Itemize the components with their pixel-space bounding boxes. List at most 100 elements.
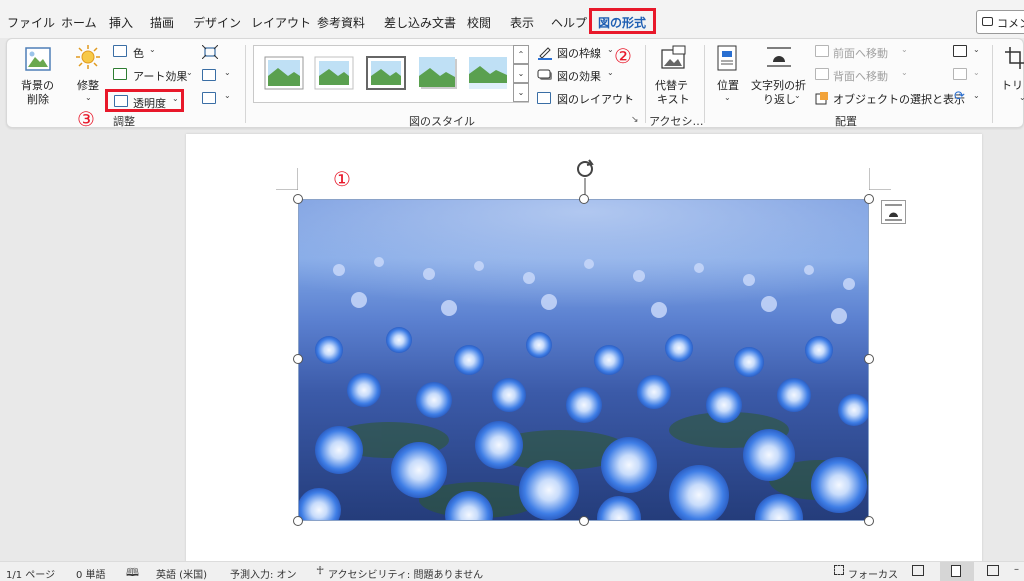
tab-view[interactable]: 表示 xyxy=(510,14,534,31)
print-layout-icon xyxy=(951,565,961,577)
chevron-down-icon: ⌄ xyxy=(724,93,731,102)
alt-text-icon xyxy=(661,45,686,69)
chevron-down-icon: ⌄ xyxy=(607,68,614,77)
margin-corner-top-left xyxy=(276,168,298,190)
compress-icon xyxy=(202,45,218,59)
tab-file[interactable]: ファイル xyxy=(7,14,55,31)
selection-pane-button[interactable]: オブジェクトの選択と表示 xyxy=(813,89,965,107)
tab-insert[interactable]: 挿入 xyxy=(109,14,133,31)
web-layout-icon[interactable] xyxy=(987,565,999,576)
chevron-down-icon: ⌄ xyxy=(607,45,614,54)
color-icon xyxy=(113,45,127,57)
comment-button[interactable]: コメント xyxy=(976,10,1024,34)
resize-handle-top-right[interactable] xyxy=(864,194,874,204)
group-separator xyxy=(645,45,646,123)
page-count[interactable]: 1/1 ページ xyxy=(6,566,55,581)
align-button[interactable]: ⌄ xyxy=(951,43,981,61)
chevron-down-icon: ⌄ xyxy=(1019,93,1024,102)
chevron-down-icon: ⌄ xyxy=(625,91,632,100)
zoom-out-icon[interactable]: – xyxy=(1014,564,1019,575)
tab-references[interactable]: 参考資料 xyxy=(317,14,365,31)
wrap-text-label-2: り返し xyxy=(763,93,796,106)
resize-handle-bottom-left[interactable] xyxy=(293,516,303,526)
rotate-icon: ⟳ xyxy=(954,89,965,104)
remove-background-icon xyxy=(25,47,51,71)
gallery-up-button[interactable]: ⌃ xyxy=(513,45,529,64)
alt-text-button[interactable]: 代替テ キスト xyxy=(651,43,697,107)
group-separator xyxy=(992,45,993,123)
bring-forward-button[interactable]: 前面へ移動 ⌄ xyxy=(813,43,913,61)
dialog-launcher-icon[interactable]: ↘ xyxy=(631,115,639,125)
effects-icon xyxy=(537,69,552,80)
rotate-button[interactable]: ⟳ ⌄ xyxy=(951,89,981,107)
resize-handle-left[interactable] xyxy=(293,354,303,364)
reset-picture-button[interactable]: ⌄ xyxy=(200,89,231,107)
reset-picture-icon xyxy=(202,92,216,104)
style-thumb-1[interactable] xyxy=(264,56,304,90)
chevron-down-icon: ⌄ xyxy=(973,45,980,54)
remove-background-label-2: 削除 xyxy=(27,93,49,106)
book-icon[interactable]: 🕮 xyxy=(126,564,139,581)
annotation-1: ① xyxy=(333,167,351,191)
chevron-down-icon: ⌄ xyxy=(186,68,193,77)
send-backward-button[interactable]: 背面へ移動 ⌄ xyxy=(813,66,913,84)
corrections-button[interactable]: 修整 ⌄ xyxy=(69,43,107,107)
wrap-text-button[interactable]: 文字列の折 り返し ⌄ xyxy=(749,43,809,107)
position-button[interactable]: 位置 ⌄ xyxy=(709,43,745,107)
accessibility-status[interactable]: アクセシビリティ: 問題ありません xyxy=(328,566,483,581)
tab-review[interactable]: 校閲 xyxy=(467,14,491,31)
gallery-more-button[interactable]: ⌄ xyxy=(513,83,529,102)
bring-forward-label: 前面へ移動 xyxy=(833,47,888,60)
read-mode-icon[interactable] xyxy=(912,565,924,576)
adjust-group-label: 調整 xyxy=(113,115,135,128)
text-prediction-status[interactable]: 予測入力: オン xyxy=(230,566,297,581)
transparency-button[interactable]: 透明度 ⌄ xyxy=(105,89,184,112)
position-label: 位置 xyxy=(717,79,739,92)
resize-handle-right[interactable] xyxy=(864,354,874,364)
gallery-down-button[interactable]: ⌄ xyxy=(513,64,529,83)
style-thumb-3[interactable] xyxy=(366,56,406,90)
chevron-down-icon: ⌄ xyxy=(172,94,179,103)
language-status[interactable]: 英語 (米国) xyxy=(156,566,207,581)
style-thumb-5[interactable] xyxy=(468,56,508,90)
focus-icon xyxy=(834,565,844,575)
group-icon xyxy=(953,68,967,80)
focus-button[interactable]: フォーカス xyxy=(848,566,898,581)
resize-handle-bottom[interactable] xyxy=(579,516,589,526)
word-count[interactable]: 0 単語 xyxy=(76,566,106,581)
selected-picture[interactable] xyxy=(298,199,869,521)
artistic-effects-button[interactable]: アート効果 ⌄ xyxy=(111,66,193,84)
picture-effects-button[interactable]: 図の効果 ⌄ xyxy=(535,66,615,84)
tab-mailings[interactable]: 差し込み文書 xyxy=(384,14,456,31)
tab-help[interactable]: ヘルプ xyxy=(551,14,587,31)
group-objects-button[interactable]: ⌄ xyxy=(951,66,981,84)
transparency-label: 透明度 xyxy=(133,97,166,110)
resize-handle-top[interactable] xyxy=(579,194,589,204)
chevron-down-icon: ⌄ xyxy=(149,45,156,54)
change-picture-button[interactable]: ⌄ xyxy=(200,66,231,84)
layout-options-button[interactable] xyxy=(881,200,906,224)
gallery-scroll: ⌃ ⌄ ⌄ xyxy=(513,45,529,103)
position-icon xyxy=(717,45,737,71)
chevron-down-icon: ⌄ xyxy=(973,91,980,100)
tab-home[interactable]: ホーム xyxy=(61,14,97,31)
resize-handle-bottom-right[interactable] xyxy=(864,516,874,526)
picture-layout-button[interactable]: 図のレイアウト ⌄ xyxy=(535,89,635,107)
picture-border-button[interactable]: 図の枠線 ⌄ xyxy=(535,43,615,61)
picture-styles-gallery xyxy=(253,45,529,103)
color-button[interactable]: 色 ⌄ xyxy=(111,43,169,61)
flower-field-image xyxy=(299,200,868,520)
tab-layout[interactable]: レイアウト xyxy=(251,14,311,31)
crop-button[interactable]: トリミ ⌄ xyxy=(997,43,1024,107)
crop-icon xyxy=(1005,47,1024,69)
style-thumb-2[interactable] xyxy=(314,56,354,90)
tab-draw[interactable]: 描画 xyxy=(150,14,174,31)
compress-pictures-button[interactable] xyxy=(200,43,230,61)
resize-handle-top-left[interactable] xyxy=(293,194,303,204)
remove-background-button[interactable]: 背景の 削除 xyxy=(15,43,59,107)
chevron-down-icon: ⌄ xyxy=(794,91,801,100)
style-thumb-4[interactable] xyxy=(418,56,458,90)
arrange-group-label: 配置 xyxy=(835,115,857,128)
tab-design[interactable]: デザイン xyxy=(193,14,241,31)
layout-options-icon xyxy=(885,204,902,221)
